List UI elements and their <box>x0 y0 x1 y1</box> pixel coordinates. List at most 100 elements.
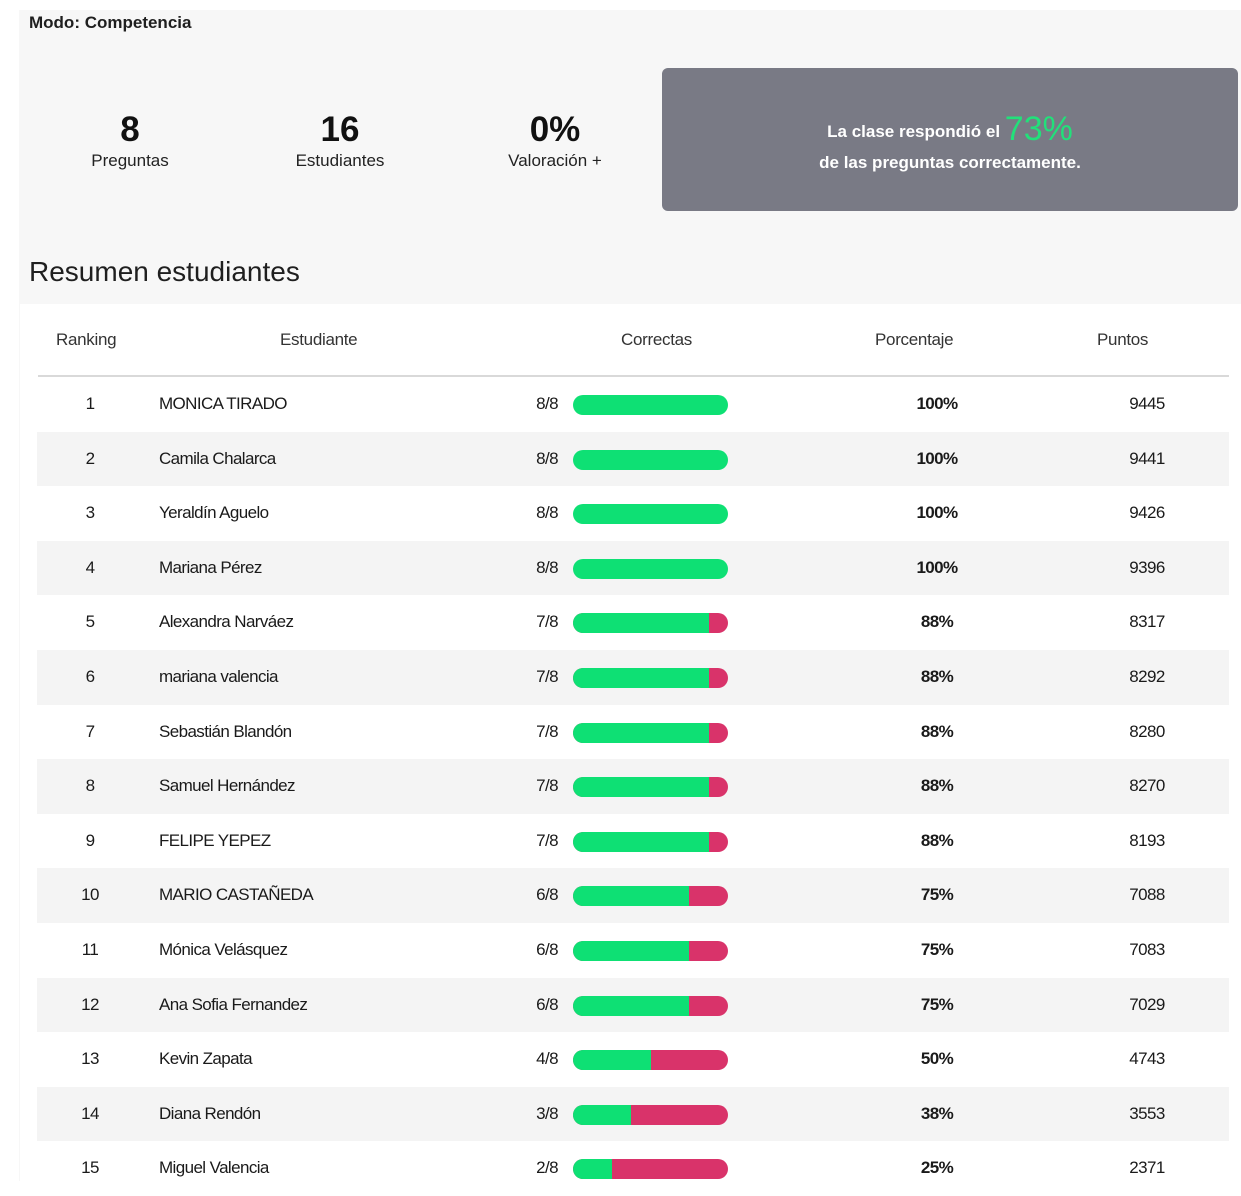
table-row[interactable]: 12 Ana Sofia Fernandez 6/8 75% 7029 <box>37 977 1229 1033</box>
header-percentage[interactable]: Porcentaje <box>875 330 954 350</box>
row-student-name: Kevin Zapata <box>159 1049 253 1069</box>
row-student-name: Diana Rendón <box>159 1103 261 1123</box>
rating-value: 0% <box>529 110 581 149</box>
row-percentage: 38% <box>920 1103 954 1123</box>
table-row[interactable]: 8 Samuel Hernández 7/8 88% 8270 <box>37 759 1229 814</box>
row-correct-count: 8/8 <box>536 394 558 413</box>
banner-prefix: La clase respondió el <box>827 122 1001 141</box>
row-percentage: 100% <box>916 448 958 468</box>
questions-count: 8 <box>120 110 140 149</box>
row-progress-bar <box>573 777 728 798</box>
row-progress-bar <box>573 722 728 743</box>
table-row[interactable]: 5 Alexandra Narváez 7/8 88% 8317 <box>37 595 1229 650</box>
rating-label: Valoración + <box>508 151 602 170</box>
questions-label: Preguntas <box>91 151 169 170</box>
row-progress-bar <box>573 613 728 634</box>
banner-line-1: La clase respondió el 73% <box>662 110 1238 149</box>
row-progress-fill <box>573 558 728 579</box>
table-header: Ranking Estudiante Correctas Porcentaje … <box>20 304 1241 376</box>
table-row[interactable]: 11 Mónica Velásquez 6/8 75% 7083 <box>37 923 1229 978</box>
row-progress-bar <box>573 886 728 907</box>
row-progress-fill <box>573 1050 651 1071</box>
row-progress-bar <box>573 1104 728 1125</box>
row-points: 7088 <box>1129 885 1165 905</box>
row-student-name: Ana Sofia Fernandez <box>159 994 308 1014</box>
table-row[interactable]: 7 Sebastián Blandón 7/8 88% 8280 <box>37 705 1229 760</box>
table-row[interactable]: 1 MONICA TIRADO 8/8 100% 9445 <box>37 377 1229 432</box>
row-rank: 9 <box>85 830 95 850</box>
row-student-name: MARIO CASTAÑEDA <box>159 885 314 905</box>
row-percentage: 88% <box>920 612 954 632</box>
row-correct-count: 6/8 <box>536 885 558 905</box>
row-correct-count: 2/8 <box>536 1158 558 1178</box>
header-points[interactable]: Puntos <box>1097 330 1148 350</box>
table-row[interactable]: 10 MARIO CASTAÑEDA 6/8 75% 7088 <box>37 868 1229 923</box>
row-rank: 3 <box>85 503 95 523</box>
row-correct-count: 6/8 <box>536 939 558 959</box>
row-correct-count: 7/8 <box>536 721 558 741</box>
row-percentage: 88% <box>920 666 954 686</box>
row-correct-count: 8/8 <box>536 557 558 577</box>
row-points: 8280 <box>1129 721 1165 741</box>
row-rank: 10 <box>81 885 99 905</box>
row-points: 8317 <box>1129 612 1165 632</box>
students-count: 16 <box>320 110 360 149</box>
row-points: 9426 <box>1129 503 1165 523</box>
row-progress-fill <box>573 449 728 470</box>
row-progress-bar <box>573 1159 728 1180</box>
table-row[interactable]: 2 Camila Chalarca 8/8 100% 9441 <box>37 431 1229 487</box>
students-label: Estudiantes <box>295 151 385 170</box>
row-progress-fill <box>573 777 709 798</box>
row-percentage: 100% <box>916 503 958 523</box>
row-student-name: Yeraldín Aguelo <box>159 503 269 523</box>
row-correct-count: 7/8 <box>536 612 558 632</box>
row-correct-count: 6/8 <box>536 994 558 1014</box>
row-points: 8193 <box>1129 830 1165 850</box>
row-progress-bar <box>573 449 728 470</box>
row-progress-bar <box>573 831 728 852</box>
row-rank: 8 <box>85 776 95 796</box>
row-percentage: 25% <box>920 1158 954 1178</box>
table-row[interactable]: 15 Miguel Valencia 2/8 25% 2371 <box>37 1141 1229 1196</box>
row-progress-bar <box>573 1050 728 1071</box>
header-student[interactable]: Estudiante <box>280 330 358 350</box>
row-percentage: 50% <box>920 1049 954 1069</box>
stat-rating: 0% Valoración + <box>475 110 635 172</box>
row-rank: 13 <box>81 1049 99 1069</box>
header-ranking[interactable]: Ranking <box>56 330 117 350</box>
row-rank: 11 <box>81 939 99 959</box>
row-progress-fill <box>573 504 728 525</box>
row-points: 3553 <box>1129 1103 1165 1123</box>
row-progress-fill <box>573 613 709 634</box>
row-student-name: Mónica Velásquez <box>159 939 288 959</box>
row-correct-count: 8/8 <box>536 503 558 523</box>
row-rank: 14 <box>81 1103 99 1123</box>
row-percentage: 88% <box>920 721 954 741</box>
row-percentage: 75% <box>920 939 954 959</box>
row-rank: 4 <box>85 557 95 577</box>
mode-label: Modo: Competencia <box>29 13 192 32</box>
row-progress-bar <box>573 940 728 961</box>
stat-students: 16 Estudiantes <box>260 110 420 172</box>
row-progress-fill <box>573 1104 632 1125</box>
table-row[interactable]: 14 Diana Rendón 3/8 38% 3553 <box>37 1086 1229 1142</box>
row-rank: 7 <box>85 721 95 741</box>
row-student-name: Alexandra Narváez <box>159 612 294 632</box>
header-correct[interactable]: Correctas <box>621 330 692 350</box>
row-percentage: 100% <box>916 394 958 413</box>
row-rank: 5 <box>85 612 95 632</box>
row-progress-bar <box>573 504 728 525</box>
row-student-name: Mariana Pérez <box>159 557 262 577</box>
table-row[interactable]: 6 mariana valencia 7/8 88% 8292 <box>37 649 1229 705</box>
class-score-banner: La clase respondió el 73% de las pregunt… <box>662 68 1238 211</box>
row-correct-count: 4/8 <box>536 1049 558 1069</box>
table-row[interactable]: 3 Yeraldín Aguelo 8/8 100% 9426 <box>37 486 1229 541</box>
table-row[interactable]: 4 Mariana Pérez 8/8 100% 9396 <box>37 540 1229 596</box>
row-points: 9396 <box>1129 557 1165 577</box>
table-row[interactable]: 9 FELIPE YEPEZ 7/8 88% 8193 <box>37 814 1229 869</box>
table-row[interactable]: 13 Kevin Zapata 4/8 50% 4743 <box>37 1032 1229 1087</box>
row-progress-bar <box>573 395 728 415</box>
row-rank: 1 <box>85 394 95 413</box>
section-title: Resumen estudiantes <box>29 256 300 287</box>
row-student-name: mariana valencia <box>159 666 279 686</box>
